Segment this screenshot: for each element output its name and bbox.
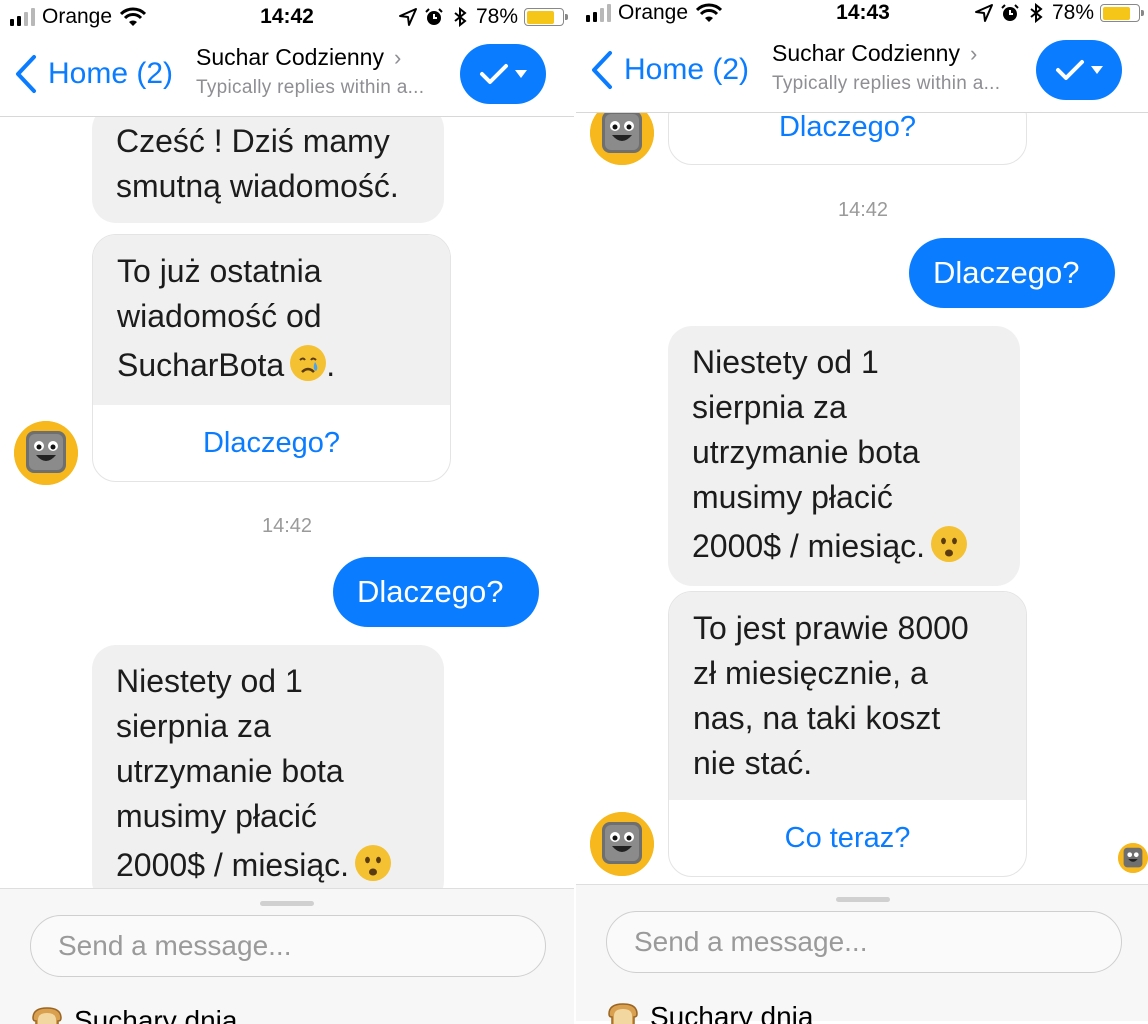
battery-icon (1100, 4, 1144, 22)
nav-bar: Home (2) Suchar Codzienny › Typically rep… (576, 32, 1148, 113)
conversation-subtitle: Typically replies within a... (772, 73, 1001, 94)
frowning-face-emoji (931, 526, 968, 562)
card-button-dlaczego[interactable]: Dlaczego? (93, 405, 450, 481)
bluetooth-icon (454, 7, 467, 27)
composer: Suchary dnia (576, 884, 1148, 1024)
back-label: Home (2) (624, 53, 750, 86)
message-timestamp: 14:42 (837, 199, 889, 221)
incoming-card: To już ostatnia wiadomość od SucharBota.… (92, 234, 451, 482)
back-button[interactable]: Home (2) (590, 50, 749, 90)
message-list[interactable]: Dlaczego? 14:42 Dlaczego? Niestety od 1 … (576, 113, 1148, 884)
incoming-message: Niestety od 1 sierpnia za utrzymanie bot… (668, 326, 1020, 586)
location-arrow-icon (974, 4, 993, 22)
back-button[interactable]: Home (2) (14, 54, 173, 94)
message-timestamp: 14:42 (261, 515, 313, 537)
message-input[interactable] (606, 911, 1122, 973)
chevron-left-icon (592, 51, 612, 89)
checkmark-icon (480, 64, 508, 84)
caret-down-icon (515, 70, 527, 78)
done-dropdown-button[interactable] (1036, 40, 1122, 100)
frowning-face-emoji (355, 845, 392, 881)
toast-bot-avatar (14, 421, 78, 485)
conversation-title: Suchar Codzienny (196, 44, 384, 70)
incoming-message: Niestety od 1 sierpnia za utrzymanie bot… (92, 645, 444, 888)
toast-bot-avatar (590, 113, 654, 165)
outgoing-message: Dlaczego? (333, 557, 539, 627)
quick-reply-suchary-dnia[interactable]: Suchary dnia (30, 1005, 237, 1024)
incoming-card: To jest prawie 8000 zł miesięcznie, a na… (668, 591, 1027, 877)
quick-reply-suchary-dnia[interactable]: Suchary dnia (606, 1001, 813, 1024)
alarm-clock-icon (425, 8, 443, 25)
chat-screenshot-left: Orange 14:42 78% Home (2) Suchar Codzien… (0, 0, 574, 1024)
conversation-title: Suchar Codzienny (772, 40, 960, 66)
nav-bar: Home (2) Suchar Codzienny › Typically rep… (0, 36, 574, 117)
composer: Suchary dnia (0, 888, 574, 1024)
done-dropdown-button[interactable] (460, 44, 546, 104)
read-receipt-avatar (1118, 843, 1148, 873)
chevron-right-icon: › (969, 40, 978, 66)
chat-screenshot-right: Orange 14:43 78% Home (2) Suchar Codzien… (576, 0, 1148, 1024)
crying-face-emoji (290, 345, 327, 381)
battery-icon (524, 8, 568, 26)
back-label: Home (2) (48, 57, 174, 90)
message-input[interactable] (30, 915, 546, 977)
drag-handle[interactable] (836, 897, 890, 902)
location-arrow-icon (398, 8, 417, 26)
status-bar: Orange 14:42 78% (0, 0, 574, 36)
checkmark-icon (1056, 60, 1084, 80)
caret-down-icon (1091, 66, 1103, 74)
chevron-right-icon: › (393, 44, 402, 70)
battery-percent: 78% (1051, 1, 1094, 24)
outgoing-message: Dlaczego? (909, 238, 1115, 308)
conversation-subtitle: Typically replies within a... (196, 77, 425, 98)
bread-icon (608, 1003, 638, 1024)
incoming-message: Cześć ! Dziś mamy smutną wiadomość. (92, 117, 444, 223)
incoming-card: Dlaczego? (668, 113, 1027, 165)
chevron-left-icon (16, 55, 36, 93)
card-button-co-teraz[interactable]: Co teraz? (669, 800, 1026, 876)
drag-handle[interactable] (260, 901, 314, 906)
status-bar: Orange 14:43 78% (576, 0, 1148, 32)
conversation-header[interactable]: Suchar Codzienny › Typically replies with… (772, 40, 1022, 95)
card-button-dlaczego[interactable]: Dlaczego? (669, 113, 1026, 164)
bluetooth-icon (1030, 3, 1043, 23)
alarm-clock-icon (1001, 4, 1019, 21)
toast-bot-avatar (590, 812, 654, 876)
bread-icon (32, 1007, 62, 1024)
battery-percent: 78% (475, 5, 518, 28)
conversation-header[interactable]: Suchar Codzienny › Typically replies with… (196, 44, 446, 99)
message-list[interactable]: Cześć ! Dziś mamy smutną wiadomość. To j… (0, 117, 574, 888)
